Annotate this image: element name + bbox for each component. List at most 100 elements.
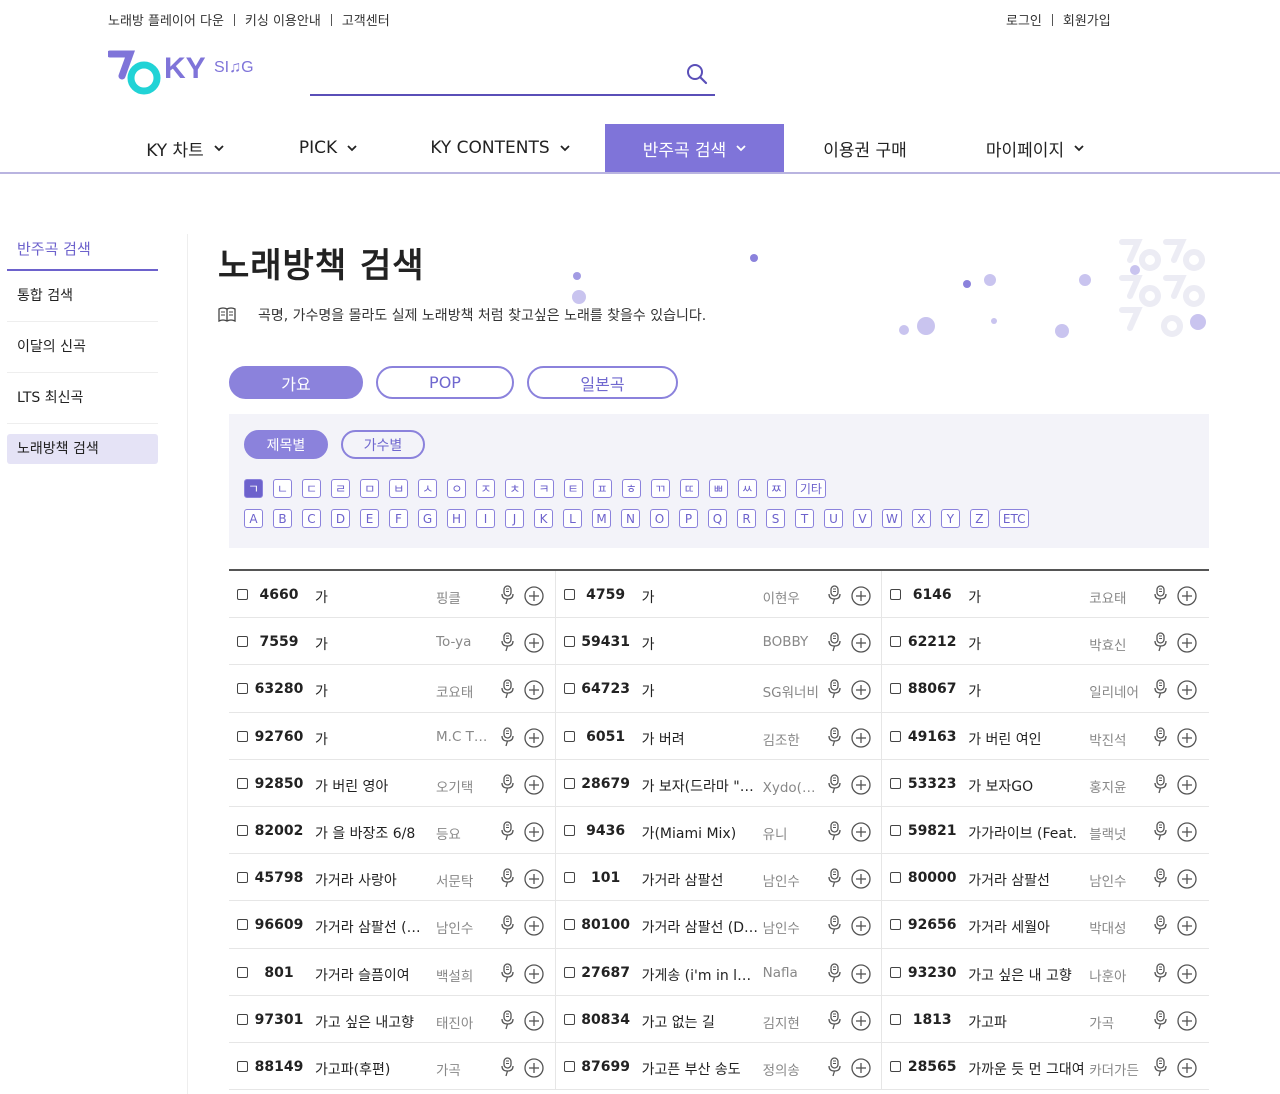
- nav-song-search[interactable]: 반주곡 검색: [605, 124, 784, 172]
- song-title[interactable]: 가 보자GO: [968, 776, 1086, 796]
- search-input[interactable]: [310, 56, 670, 92]
- add-to-list-icon[interactable]: [524, 727, 544, 748]
- latin-key[interactable]: V: [853, 509, 872, 528]
- microphone-icon[interactable]: [1153, 868, 1167, 888]
- add-to-list-icon[interactable]: [1177, 680, 1197, 701]
- add-to-list-icon[interactable]: [1177, 822, 1197, 842]
- latin-key[interactable]: I: [476, 509, 495, 528]
- microphone-icon[interactable]: [500, 632, 514, 652]
- song-title[interactable]: 가: [642, 681, 760, 701]
- korean-key[interactable]: ㄸ: [679, 479, 699, 498]
- song-title[interactable]: 가고 없는 길: [642, 1012, 760, 1032]
- add-to-list-icon[interactable]: [850, 822, 871, 842]
- microphone-icon[interactable]: [1153, 1010, 1167, 1030]
- song-title[interactable]: 가거라 삼팔선 (Disco): [642, 917, 760, 937]
- song-title[interactable]: 가: [642, 634, 760, 654]
- sort-by-artist-tab[interactable]: 가수별: [341, 430, 425, 459]
- song-artist[interactable]: 남인수: [763, 917, 823, 937]
- korean-key[interactable]: 기타: [795, 479, 826, 498]
- song-artist[interactable]: 박진석: [1089, 729, 1149, 749]
- korean-key[interactable]: ㄴ: [273, 479, 293, 498]
- latin-key[interactable]: K: [534, 509, 553, 528]
- song-title[interactable]: 가거라 사랑아: [315, 870, 433, 890]
- add-to-list-icon[interactable]: [850, 775, 871, 795]
- sort-by-title-tab[interactable]: 제목별: [244, 430, 328, 459]
- song-title[interactable]: 가거라 삼팔선 (디스코): [315, 917, 433, 937]
- microphone-icon[interactable]: [500, 821, 514, 841]
- korean-key[interactable]: ㅁ: [360, 479, 380, 498]
- latin-key[interactable]: J: [505, 509, 524, 528]
- song-title[interactable]: 가(Miami Mix): [642, 823, 760, 843]
- add-to-list-icon[interactable]: [850, 1011, 871, 1031]
- song-checkbox[interactable]: [890, 872, 902, 884]
- song-artist[interactable]: Nafla: [763, 965, 823, 981]
- latin-key[interactable]: S: [766, 509, 785, 528]
- add-to-list-icon[interactable]: [524, 586, 544, 606]
- song-checkbox[interactable]: [890, 824, 902, 836]
- add-to-list-icon[interactable]: [524, 680, 544, 701]
- song-checkbox[interactable]: [563, 730, 575, 742]
- song-artist[interactable]: 이현우: [763, 587, 823, 607]
- latin-key[interactable]: G: [418, 509, 437, 528]
- microphone-icon[interactable]: [500, 1010, 514, 1030]
- song-checkbox[interactable]: [237, 636, 248, 648]
- add-to-list-icon[interactable]: [1177, 963, 1197, 984]
- song-title[interactable]: 가고픈 부산 송도: [642, 1059, 760, 1079]
- korean-key[interactable]: ㅇ: [447, 479, 467, 498]
- category-tab-kpop[interactable]: 가요: [229, 366, 363, 399]
- nav-pick[interactable]: PICK: [283, 124, 373, 172]
- korean-key[interactable]: ㅂ: [389, 479, 409, 498]
- microphone-icon[interactable]: [827, 821, 841, 841]
- add-to-list-icon[interactable]: [524, 963, 544, 984]
- song-checkbox[interactable]: [563, 919, 575, 931]
- song-checkbox[interactable]: [237, 1060, 248, 1072]
- category-tab-jpop[interactable]: 일본곡: [527, 366, 678, 399]
- song-checkbox[interactable]: [237, 1013, 248, 1025]
- latin-key[interactable]: E: [360, 509, 379, 528]
- add-to-list-icon[interactable]: [524, 633, 544, 653]
- microphone-icon[interactable]: [1153, 774, 1167, 794]
- nav-ky-contents[interactable]: KY CONTENTS: [420, 124, 580, 172]
- korean-key[interactable]: ㄲ: [650, 479, 670, 498]
- microphone-icon[interactable]: [1153, 915, 1167, 935]
- song-title[interactable]: 가 보자(드라마 "오늘부터 우리는"): [642, 776, 760, 796]
- song-artist[interactable]: To-ya: [436, 634, 496, 650]
- song-artist[interactable]: BOBBY: [763, 634, 823, 650]
- microphone-icon[interactable]: [500, 679, 514, 699]
- song-checkbox[interactable]: [563, 824, 575, 836]
- add-to-list-icon[interactable]: [850, 633, 871, 653]
- login-link[interactable]: 로그인: [1006, 10, 1042, 29]
- korean-key[interactable]: ㅎ: [621, 479, 641, 498]
- add-to-list-icon[interactable]: [524, 1011, 544, 1031]
- song-artist[interactable]: SG워너비: [763, 681, 823, 701]
- song-checkbox[interactable]: [237, 589, 248, 600]
- signup-link[interactable]: 회원가입: [1063, 10, 1111, 29]
- add-to-list-icon[interactable]: [524, 916, 544, 936]
- korean-key[interactable]: ㄱ: [244, 479, 264, 498]
- korean-key[interactable]: ㅅ: [418, 479, 438, 498]
- song-checkbox[interactable]: [563, 1060, 575, 1072]
- song-artist[interactable]: 가곡: [436, 1059, 496, 1079]
- latin-key[interactable]: B: [273, 509, 292, 528]
- add-to-list-icon[interactable]: [1177, 1011, 1197, 1031]
- microphone-icon[interactable]: [827, 632, 841, 652]
- nav-ky-chart[interactable]: KY 차트: [130, 124, 240, 172]
- song-artist[interactable]: Xydo(시도): [763, 776, 823, 796]
- add-to-list-icon[interactable]: [1177, 916, 1197, 936]
- add-to-list-icon[interactable]: [850, 916, 871, 936]
- song-artist[interactable]: 등요: [436, 823, 496, 843]
- korean-key[interactable]: ㅆ: [737, 479, 757, 498]
- song-title[interactable]: 가거라 슬픔이여: [315, 965, 433, 985]
- microphone-icon[interactable]: [500, 962, 514, 983]
- song-artist[interactable]: 남인수: [763, 870, 823, 890]
- song-title[interactable]: 가고파(후편): [315, 1059, 433, 1079]
- song-title[interactable]: 가 버린 여인: [968, 729, 1086, 749]
- latin-key[interactable]: Q: [708, 509, 727, 528]
- add-to-list-icon[interactable]: [850, 680, 871, 701]
- song-checkbox[interactable]: [237, 919, 248, 931]
- add-to-list-icon[interactable]: [850, 869, 871, 889]
- song-artist[interactable]: 카더가든: [1089, 1059, 1149, 1079]
- song-checkbox[interactable]: [890, 919, 902, 931]
- song-checkbox[interactable]: [237, 777, 248, 789]
- song-artist[interactable]: 정의송: [763, 1059, 823, 1079]
